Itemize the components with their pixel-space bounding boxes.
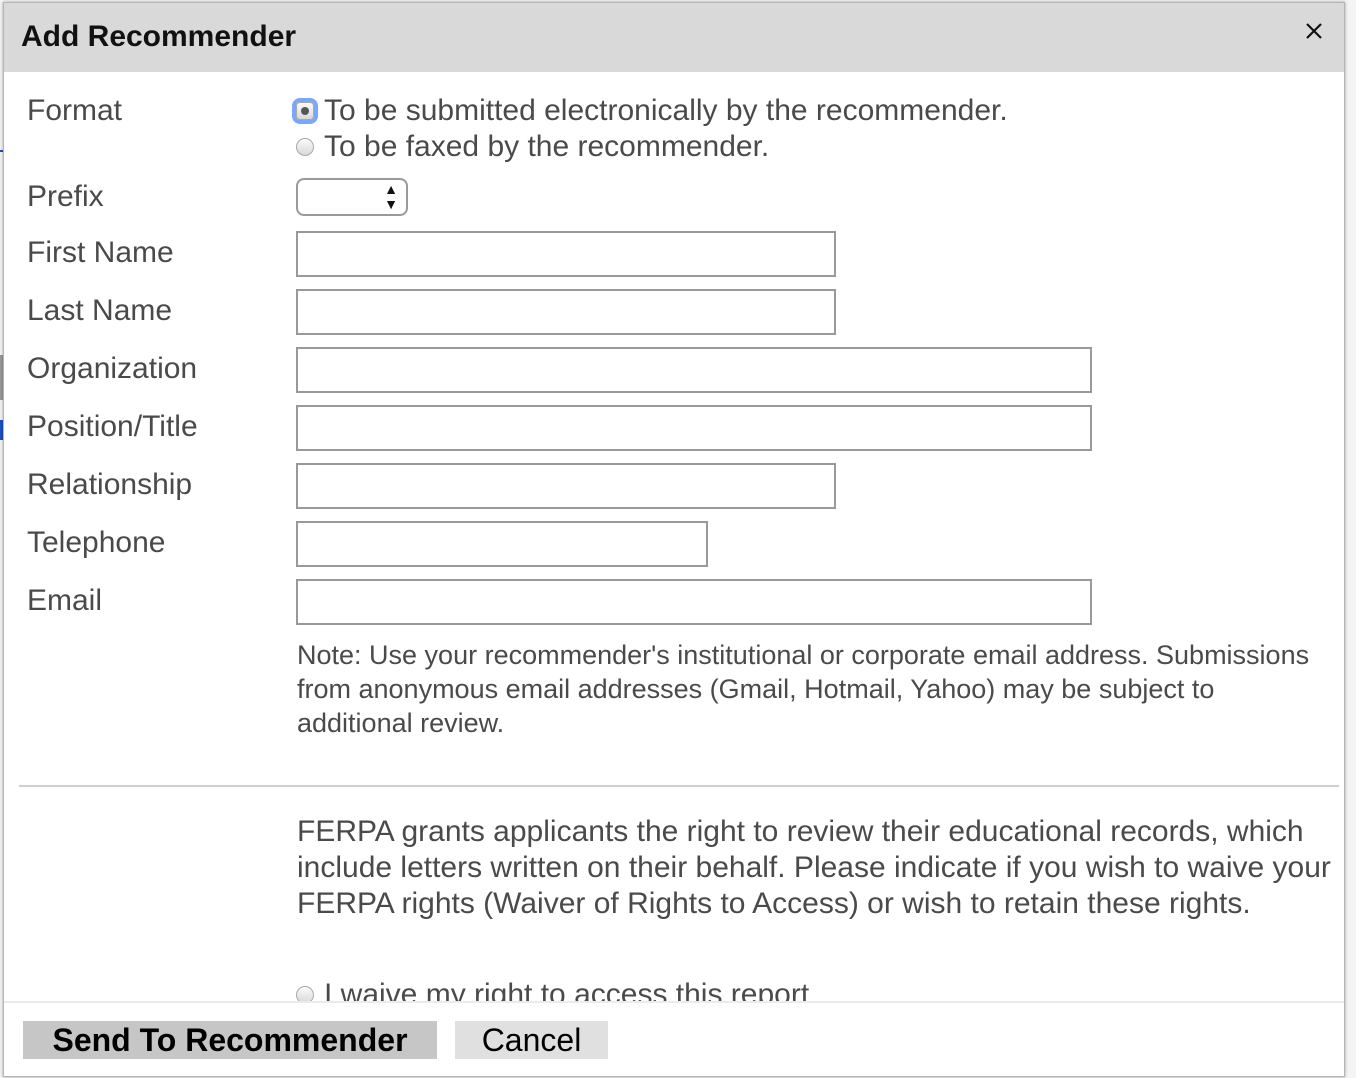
organization-input[interactable]	[296, 347, 1092, 393]
send-to-recommender-button[interactable]: Send To Recommender	[23, 1021, 437, 1059]
position-title-label: Position/Title	[27, 410, 198, 443]
section-divider	[19, 785, 1339, 787]
format-label: Format	[27, 94, 123, 127]
ferpa-waive-option[interactable]: I waive my right to access this report	[296, 978, 809, 1001]
email-note: Note: Use your recommender's institution…	[297, 640, 1310, 738]
format-option-electronic-label: To be submitted electronically by the re…	[324, 94, 1008, 127]
dialog-footer: Send To Recommender Cancel	[4, 1001, 1344, 1076]
email-input[interactable]	[296, 579, 1092, 625]
format-option-electronic[interactable]: To be submitted electronically by the re…	[296, 94, 1008, 128]
relationship-input[interactable]	[296, 463, 836, 509]
dialog-title: Add Recommender	[21, 20, 297, 53]
last-name-input[interactable]	[296, 289, 836, 335]
add-recommender-dialog: Add Recommender Format To be submitted e…	[3, 2, 1345, 1077]
dialog-body: Format To be submitted electronically by…	[4, 72, 1344, 1001]
first-name-input[interactable]	[296, 231, 836, 277]
organization-label: Organization	[27, 352, 198, 385]
select-arrows-icon: ▲ ▼	[384, 181, 398, 212]
email-label: Email	[27, 584, 103, 617]
radio-electronic[interactable]	[296, 102, 314, 120]
telephone-input[interactable]	[296, 521, 708, 567]
format-option-fax-label: To be faxed by the recommender.	[324, 130, 770, 163]
cancel-button[interactable]: Cancel	[455, 1021, 608, 1059]
last-name-label: Last Name	[27, 294, 173, 327]
radio-fax[interactable]	[296, 138, 314, 156]
relationship-label: Relationship	[27, 468, 193, 501]
ferpa-waive-label: I waive my right to access this report	[324, 978, 810, 1001]
close-icon	[1306, 23, 1322, 39]
radio-waive[interactable]	[296, 986, 314, 1001]
prefix-label: Prefix	[27, 180, 104, 213]
position-title-input[interactable]	[296, 405, 1092, 451]
format-option-fax[interactable]: To be faxed by the recommender.	[296, 130, 769, 164]
close-button[interactable]	[1300, 17, 1328, 45]
dialog-titlebar: Add Recommender	[4, 3, 1344, 72]
first-name-label: First Name	[27, 236, 174, 269]
telephone-label: Telephone	[27, 526, 166, 559]
prefix-select[interactable]: ▲ ▼	[296, 178, 408, 216]
ferpa-text: FERPA grants applicants the right to rev…	[297, 815, 1331, 920]
